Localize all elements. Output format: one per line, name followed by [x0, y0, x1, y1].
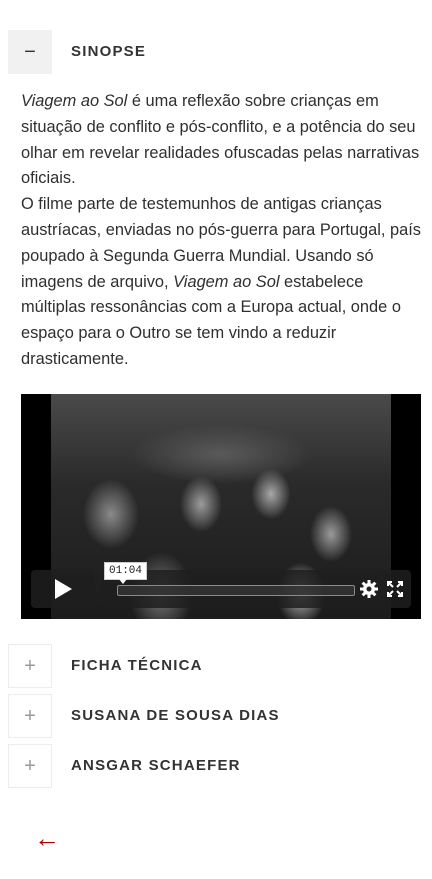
accordion-title-ficha-tecnica[interactable]: FICHA TÉCNICA	[71, 644, 203, 688]
accordion-ansgar-schaefer: + ANSGAR SCHAEFER	[8, 744, 424, 788]
accordion-susana-de-sousa-dias: + SUSANA DE SOUSA DIAS	[8, 694, 424, 738]
video-player[interactable]: 01:04	[21, 394, 421, 619]
accordion-title-ansgar-schaefer[interactable]: ANSGAR SCHAEFER	[71, 744, 241, 788]
time-tooltip: 01:04	[104, 562, 148, 584]
back-arrow-icon[interactable]: ←	[34, 824, 60, 852]
video-controls: 01:04	[31, 562, 411, 608]
play-icon	[55, 579, 72, 599]
collapse-icon[interactable]: −	[8, 30, 52, 74]
settings-icon[interactable]	[359, 579, 379, 599]
fullscreen-icon[interactable]	[385, 579, 405, 599]
synopsis-paragraph-2: O filme parte de testemunhos de antigas …	[21, 192, 421, 373]
expand-icon[interactable]: +	[8, 744, 52, 788]
expand-icon[interactable]: +	[8, 694, 52, 738]
play-button[interactable]	[31, 570, 95, 608]
accordion-title-sinopse[interactable]: SINOPSE	[71, 30, 146, 74]
progress-bar[interactable]	[117, 585, 355, 596]
accordion-title-susana-de-sousa-dias[interactable]: SUSANA DE SOUSA DIAS	[71, 694, 280, 738]
accordion-sinopse: − SINOPSE	[8, 30, 424, 74]
accordion-ficha-tecnica: + FICHA TÉCNICA	[8, 644, 424, 688]
film-title: Viagem ao Sol	[173, 272, 280, 291]
expand-icon[interactable]: +	[8, 644, 52, 688]
synopsis-paragraph-1: Viagem ao Sol é uma reflexão sobre crian…	[21, 89, 421, 192]
synopsis-text: Viagem ao Sol é uma reflexão sobre crian…	[21, 89, 421, 373]
film-title: Viagem ao Sol	[21, 92, 128, 110]
